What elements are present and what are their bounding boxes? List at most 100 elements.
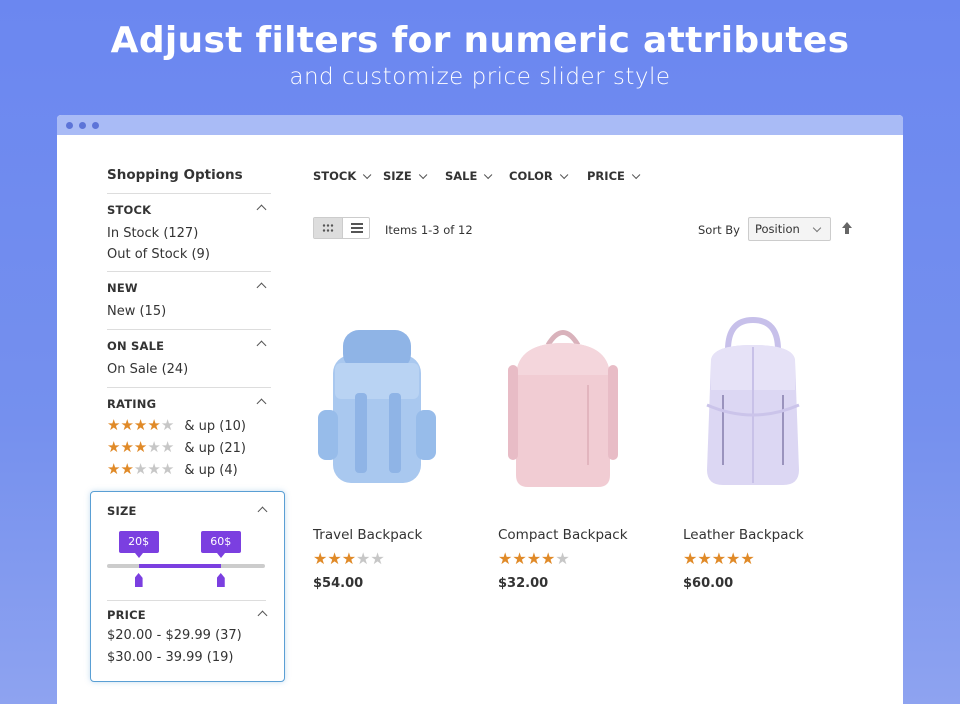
filter-option[interactable]: On Sale (24) (107, 362, 188, 377)
star-filled-icon: ★ (133, 438, 148, 456)
star-empty-icon: ★ (370, 549, 385, 568)
backpack-image[interactable] (683, 315, 813, 495)
slider-min-tooltip: 20$ (118, 531, 159, 558)
star-empty-icon: ★ (147, 460, 161, 478)
filter-dropdown-size[interactable]: SIZE (383, 169, 428, 183)
sort-direction-icon[interactable] (842, 222, 852, 234)
window-dot-icon[interactable] (92, 122, 99, 129)
hero-subtitle: and customize price slider style (289, 64, 671, 90)
product-name[interactable]: Travel Backpack (313, 527, 422, 543)
star-rating-icon: ★★★★★ (107, 416, 174, 434)
filter-new: NEW New (15) (107, 271, 271, 329)
filter-option[interactable]: $20.00 - $29.99 (37) (107, 628, 242, 643)
star-rating-icon: ★★★★★ (313, 549, 385, 568)
filter-dropdown-price[interactable]: PRICE (587, 169, 641, 183)
star-filled-icon: ★ (541, 549, 556, 568)
filter-dropdown-sale[interactable]: SALE (445, 169, 493, 183)
star-rating-icon: ★★★★★ (683, 549, 755, 568)
filter-heading[interactable]: PRICE (107, 608, 146, 622)
star-rating-icon: ★★★★★ (107, 438, 174, 456)
chevron-down-icon (484, 170, 493, 180)
filter-heading[interactable]: NEW (107, 281, 138, 295)
browser-window: Shopping Options STOCK In Stock (127) Ou… (57, 115, 903, 704)
sidebar-title: Shopping Options (107, 167, 243, 183)
size-slider-track[interactable] (107, 564, 265, 568)
star-filled-icon: ★ (498, 549, 513, 568)
star-filled-icon: ★ (133, 416, 148, 434)
filter-heading[interactable]: ON SALE (107, 339, 164, 353)
star-filled-icon: ★ (726, 549, 741, 568)
chevron-up-icon[interactable] (257, 610, 268, 621)
product-name[interactable]: Leather Backpack (683, 527, 804, 543)
filter-dropdown-stock[interactable]: STOCK (313, 169, 372, 183)
list-icon (351, 223, 363, 233)
star-filled-icon: ★ (313, 549, 328, 568)
rating-option[interactable]: ★★★★★ & up (4) (107, 460, 238, 478)
hero-title: Adjust filters for numeric attributes (110, 20, 850, 61)
slider-max-tooltip: 60$ (200, 531, 241, 558)
backpack-image[interactable] (498, 315, 628, 495)
grid-view-button[interactable] (314, 218, 342, 238)
slider-max-handle[interactable] (216, 573, 225, 587)
star-filled-icon: ★ (107, 416, 121, 434)
list-view-button[interactable] (342, 218, 370, 238)
filter-heading[interactable]: STOCK (107, 203, 151, 217)
star-filled-icon: ★ (711, 549, 727, 568)
chevron-down-icon (812, 223, 822, 233)
chevron-down-icon (363, 170, 372, 180)
slider-min-handle[interactable] (134, 573, 143, 587)
star-filled-icon: ★ (697, 549, 712, 568)
window-dot-icon[interactable] (66, 122, 73, 129)
star-filled-icon: ★ (120, 416, 134, 434)
star-filled-icon: ★ (683, 549, 698, 568)
star-empty-icon: ★ (147, 438, 161, 456)
star-filled-icon: ★ (526, 549, 542, 568)
star-rating-icon: ★★★★★ (498, 549, 570, 568)
star-empty-icon: ★ (133, 460, 148, 478)
filter-stock: STOCK In Stock (127) Out of Stock (9) (107, 193, 271, 271)
grid-icon (322, 223, 334, 233)
chevron-down-icon (559, 170, 569, 180)
size-price-filter-box: SIZE 20$ 60$ PRICE $20.00 - $29.99 (37) … (90, 491, 285, 682)
filter-dropdown-color[interactable]: COLOR (509, 169, 569, 183)
star-rating-icon: ★★★★★ (107, 460, 174, 478)
rating-option[interactable]: ★★★★★ & up (21) (107, 438, 246, 456)
filter-option[interactable]: $30.00 - 39.99 (19) (107, 650, 233, 665)
sort-by-label: Sort By (698, 223, 740, 237)
items-count: Items 1-3 of 12 (385, 223, 473, 237)
size-slider-range (138, 564, 221, 568)
filter-heading[interactable]: RATING (107, 397, 156, 411)
chevron-down-icon (418, 170, 428, 180)
star-empty-icon: ★ (160, 438, 175, 456)
product-price: $32.00 (498, 576, 549, 591)
chevron-up-icon[interactable] (256, 204, 267, 215)
chevron-up-icon[interactable] (257, 506, 268, 517)
star-filled-icon: ★ (107, 438, 121, 456)
star-filled-icon: ★ (120, 460, 134, 478)
window-titlebar (57, 115, 903, 135)
star-filled-icon: ★ (147, 416, 161, 434)
window-dot-icon[interactable] (79, 122, 86, 129)
filter-rating: RATING ★★★★★ & up (10) ★★★★★ & up (21) ★… (107, 387, 271, 487)
product-price: $60.00 (683, 576, 734, 591)
filter-option[interactable]: Out of Stock (9) (107, 247, 210, 262)
chevron-up-icon[interactable] (256, 282, 267, 293)
chevron-up-icon[interactable] (256, 340, 267, 351)
backpack-image[interactable] (313, 315, 443, 495)
filter-option[interactable]: New (15) (107, 304, 166, 319)
filter-heading[interactable]: SIZE (107, 504, 137, 518)
star-empty-icon: ★ (160, 416, 175, 434)
star-filled-icon: ★ (327, 549, 342, 568)
chevron-down-icon (631, 170, 641, 180)
product-price: $54.00 (313, 576, 364, 591)
sort-select[interactable]: Position (748, 217, 831, 241)
star-empty-icon: ★ (356, 549, 371, 568)
divider (107, 600, 266, 601)
rating-option[interactable]: ★★★★★ & up (10) (107, 416, 246, 434)
filter-on-sale: ON SALE On Sale (24) (107, 329, 271, 387)
product-name[interactable]: Compact Backpack (498, 527, 628, 543)
star-filled-icon: ★ (740, 549, 755, 568)
filter-option[interactable]: In Stock (127) (107, 226, 198, 241)
chevron-up-icon[interactable] (256, 398, 267, 409)
star-filled-icon: ★ (341, 549, 357, 568)
